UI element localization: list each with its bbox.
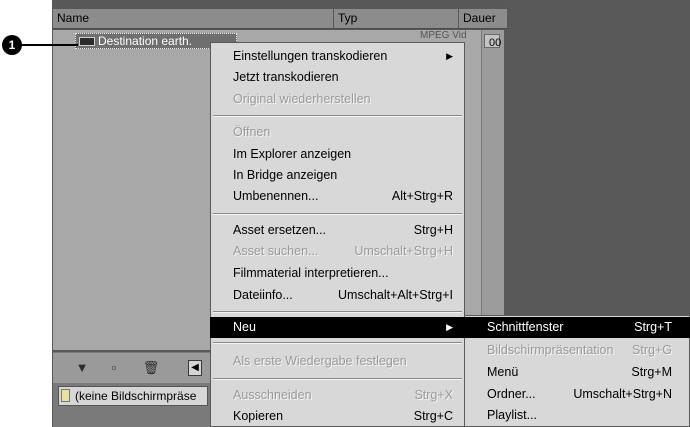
callout-line bbox=[21, 44, 78, 46]
menu-item-label: Asset suchen... bbox=[233, 244, 319, 258]
empty-workspace bbox=[511, 0, 690, 319]
menu-item-shortcut: Strg+H bbox=[413, 223, 453, 237]
video-clip-icon bbox=[79, 37, 95, 46]
menu-item-label: Kopieren bbox=[233, 409, 284, 423]
menu-item-label: Als erste Wiedergabe festlegen bbox=[233, 354, 407, 368]
menu-separator bbox=[213, 311, 462, 313]
menu-item-transcode-settings[interactable]: Einstellungen transkodieren ▶ bbox=[210, 46, 465, 67]
menu-separator bbox=[213, 378, 462, 380]
menu-item-cut[interactable]: Ausschneiden Strg+X bbox=[210, 385, 465, 406]
menu-item-find-asset[interactable]: Asset suchen... Umschalt+Strg+H bbox=[210, 241, 465, 262]
menu-item-label: Neu bbox=[233, 320, 256, 334]
menu-item-label: Filmmaterial interpretieren... bbox=[233, 266, 389, 280]
submenu-item-label: Bildschirmpräsentation bbox=[487, 343, 614, 357]
trash-icon[interactable]: 🗑 bbox=[140, 360, 162, 376]
row-duration: 00 bbox=[489, 37, 502, 49]
column-header-name[interactable]: Name bbox=[53, 9, 333, 29]
menu-item-label: Einstellungen transkodieren bbox=[233, 49, 388, 63]
menu-item-transcode-now[interactable]: Jetzt transkodieren bbox=[210, 67, 465, 88]
new-item-icon[interactable]: ▫ bbox=[103, 360, 125, 376]
menu-item-label: In Bridge anzeigen bbox=[233, 168, 338, 182]
slideshow-preview-field[interactable]: (keine Bildschirmpräse bbox=[58, 386, 208, 406]
submenu-item-menu[interactable]: Menü Strg+M bbox=[464, 362, 690, 383]
submenu-item-shortcut: Umschalt+Strg+N bbox=[573, 387, 672, 401]
menu-item-show-in-explorer[interactable]: Im Explorer anzeigen bbox=[210, 144, 465, 165]
menu-item-shortcut: Umschalt+Strg+H bbox=[354, 244, 453, 258]
submenu-item-folder[interactable]: Ordner... Umschalt+Strg+N bbox=[464, 384, 690, 405]
callout-number: 1 bbox=[2, 35, 22, 55]
filter-icon[interactable]: ▼ bbox=[71, 360, 93, 376]
menu-item-file-info[interactable]: Dateiinfo... Umschalt+Alt+Strg+I bbox=[210, 285, 465, 306]
menu-item-rename[interactable]: Umbenennen... Alt+Strg+R bbox=[210, 186, 465, 207]
row-type: MPEG Vid bbox=[420, 30, 467, 41]
menu-item-label: Öffnen bbox=[233, 125, 271, 139]
menu-item-label: Jetzt transkodieren bbox=[233, 70, 339, 84]
menu-item-interpret-footage[interactable]: Filmmaterial interpretieren... bbox=[210, 263, 465, 284]
menu-item-label: Ausschneiden bbox=[233, 388, 312, 402]
menu-separator bbox=[213, 342, 462, 344]
menu-item-copy[interactable]: Kopieren Strg+C bbox=[210, 406, 465, 427]
menu-item-label: Im Explorer anzeigen bbox=[233, 147, 352, 161]
submenu-item-label: Menü bbox=[487, 365, 519, 379]
menu-item-label: Original wiederherstellen bbox=[233, 92, 371, 106]
menu-item-shortcut: Strg+C bbox=[413, 409, 453, 423]
submenu-item-playlist[interactable]: Playlist... bbox=[464, 405, 690, 426]
menu-item-shortcut: Alt+Strg+R bbox=[391, 189, 453, 203]
vertical-scrollbar[interactable] bbox=[481, 30, 504, 350]
submenu-item-shortcut: Strg+T bbox=[634, 320, 672, 334]
menu-item-shortcut: Strg+X bbox=[414, 388, 453, 402]
nav-left-icon[interactable]: ◀ bbox=[188, 360, 202, 376]
submenu-item-label: Playlist... bbox=[487, 408, 538, 422]
menu-separator bbox=[213, 213, 462, 215]
menu-item-restore-original[interactable]: Original wiederherstellen bbox=[210, 89, 465, 110]
menu-item-label: Asset ersetzen... bbox=[233, 223, 327, 237]
menu-separator bbox=[213, 115, 462, 117]
submenu-item-label: Schnittfenster bbox=[487, 320, 564, 334]
menu-item-show-in-bridge[interactable]: In Bridge anzeigen bbox=[210, 165, 465, 186]
menu-item-set-first-play[interactable]: Als erste Wiedergabe festlegen bbox=[210, 351, 465, 372]
menu-item-label: Dateiinfo... bbox=[233, 288, 293, 302]
menu-item-label: Umbenennen... bbox=[233, 189, 319, 203]
column-header-type[interactable]: Typ bbox=[334, 9, 458, 29]
submenu-arrow-icon: ▶ bbox=[446, 322, 453, 332]
menu-item-new[interactable]: Neu ▶ bbox=[210, 317, 465, 338]
submenu-item-shortcut: Strg+M bbox=[631, 365, 672, 379]
document-icon bbox=[61, 389, 70, 402]
asset-name[interactable]: Destination earth. bbox=[98, 33, 192, 49]
submenu-item-label: Ordner... bbox=[487, 387, 536, 401]
submenu-arrow-icon: ▶ bbox=[446, 51, 453, 61]
submenu-item-timeline[interactable]: Schnittfenster Strg+T bbox=[464, 317, 690, 338]
menu-item-replace-asset[interactable]: Asset ersetzen... Strg+H bbox=[210, 220, 465, 241]
column-header-duration[interactable]: Dauer bbox=[459, 9, 507, 29]
menu-item-open[interactable]: Öffnen bbox=[210, 122, 465, 143]
submenu-item-slideshow[interactable]: Bildschirmpräsentation Strg+G bbox=[464, 340, 690, 361]
submenu-item-shortcut: Strg+G bbox=[632, 343, 672, 357]
menu-item-shortcut: Umschalt+Alt+Strg+I bbox=[338, 288, 453, 302]
